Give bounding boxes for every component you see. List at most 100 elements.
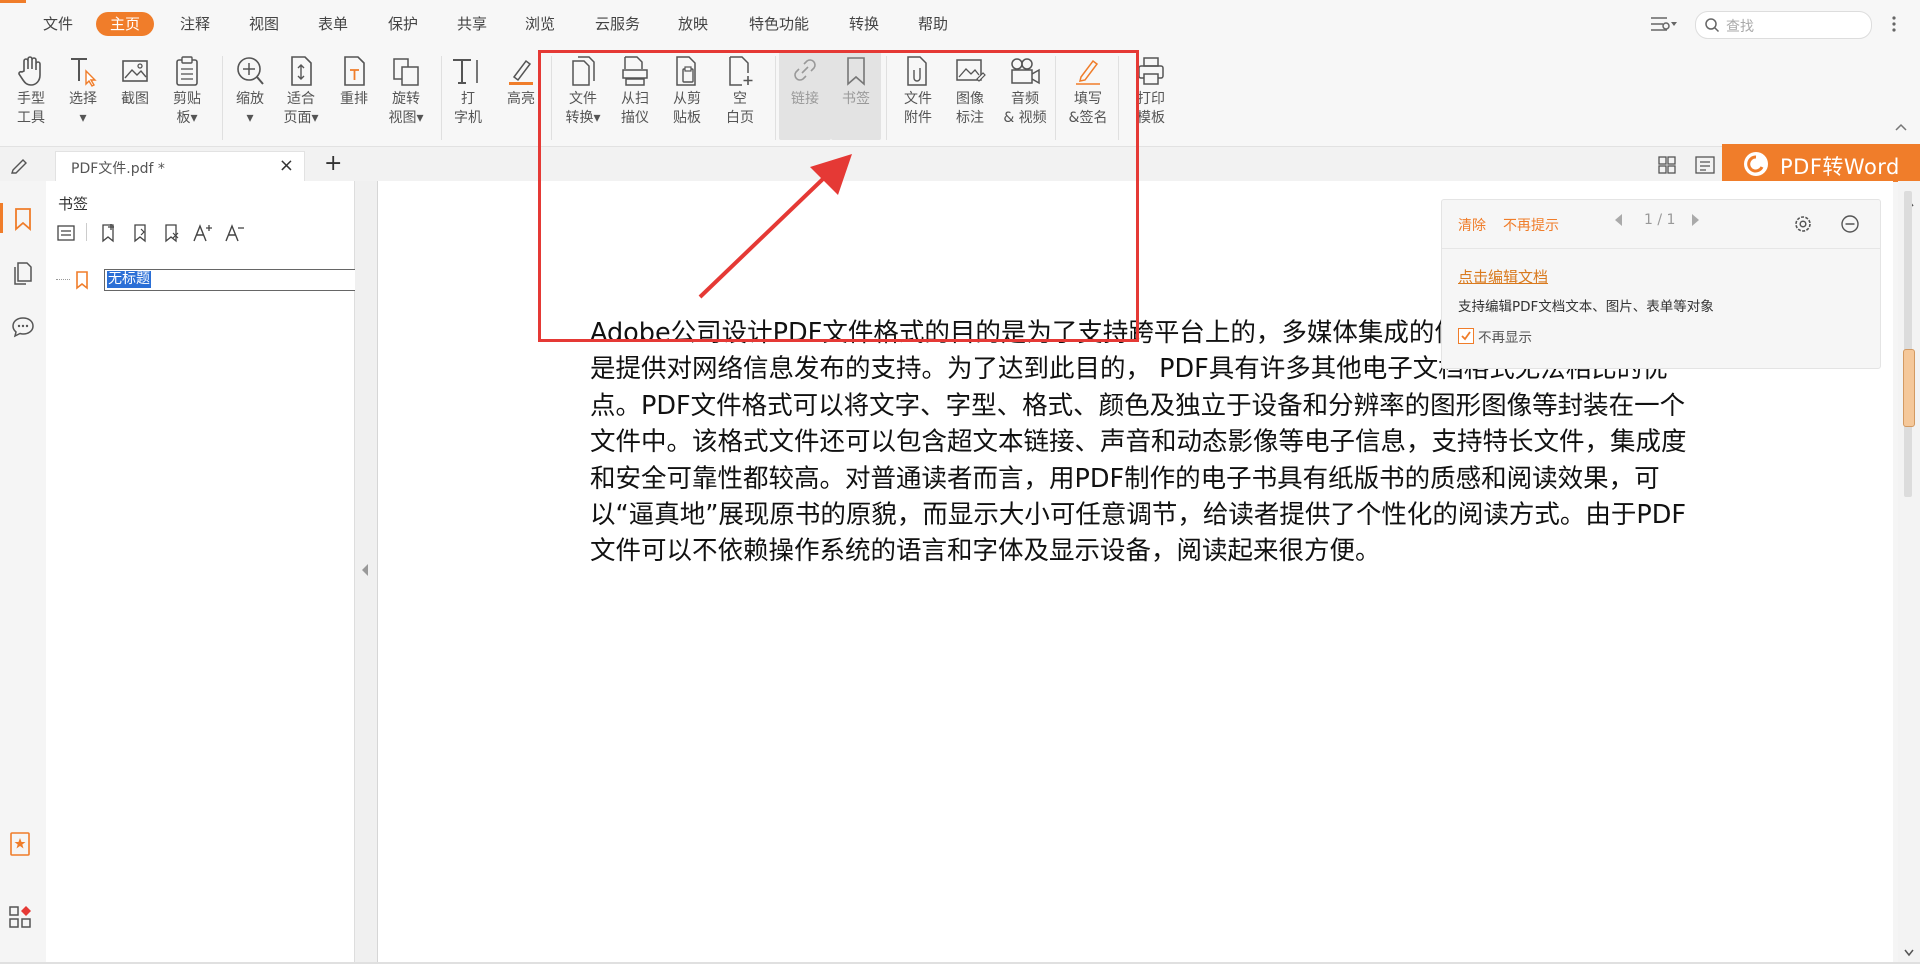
audio-video-icon	[1011, 58, 1040, 85]
tab-bar: PDF文件.pdf * × +	[0, 147, 1920, 182]
file-convert-button[interactable]: 文件 转换▾	[559, 52, 607, 128]
print-template-button[interactable]: 打印 模板	[1127, 52, 1175, 128]
bookmark-options-icon[interactable]	[56, 223, 76, 243]
menu-comment[interactable]: 注释	[180, 12, 210, 36]
edit-document-link[interactable]: 点击编辑文档	[1458, 266, 1548, 287]
highlight-button[interactable]: 高亮	[497, 52, 545, 109]
scanner-label: 从扫 描仪	[621, 91, 649, 126]
checkbox-box[interactable]	[1458, 328, 1474, 344]
hand-tool-button[interactable]: 手型 工具	[7, 52, 55, 128]
menu-protect[interactable]: 保护	[388, 12, 418, 36]
typewriter-button[interactable]: 打 字机	[444, 52, 492, 128]
audio-video-label: 音频 & 视频	[1003, 91, 1047, 126]
add-child-bookmark-icon[interactable]	[130, 223, 150, 243]
pdf-to-word-button[interactable]: PDF转Word	[1722, 144, 1920, 182]
audio-video-button[interactable]: 音频 & 视频	[999, 52, 1051, 128]
clipboard-button[interactable]: 剪贴 板▾	[163, 52, 211, 128]
fill-sign-button[interactable]: 填写 &签名	[1064, 52, 1112, 128]
delete-bookmark-icon[interactable]	[161, 223, 181, 243]
link-label: 链接	[791, 91, 819, 107]
list-view-icon[interactable]	[1649, 15, 1679, 33]
minimize-icon[interactable]	[1840, 214, 1860, 234]
bookmark-panel-title: 书签	[58, 195, 89, 213]
link-icon	[794, 59, 816, 81]
zoom-label: 缩放 ▾	[236, 91, 264, 126]
bookmark-button[interactable]: 书签	[831, 52, 881, 140]
reflow-button[interactable]: 重排	[330, 52, 378, 109]
menu-view[interactable]: 视图	[249, 12, 279, 36]
left-sidebar-rail	[0, 181, 47, 964]
no-more-tips-button[interactable]: 不再提示	[1503, 215, 1559, 235]
new-tab-button[interactable]: +	[324, 151, 342, 176]
fit-page-icon	[291, 56, 312, 86]
from-clipboard-icon	[676, 56, 696, 86]
reflow-label: 重排	[340, 91, 368, 107]
ribbon-divider	[775, 56, 776, 140]
menu-convert[interactable]: 转换	[849, 12, 879, 36]
checkmark-icon	[1461, 331, 1471, 341]
menu-form[interactable]: 表单	[318, 12, 348, 36]
image-annotation-button[interactable]: 图像 标注	[946, 52, 994, 128]
active-indicator	[0, 203, 3, 233]
bookmark-panel: 书签 无标题	[46, 181, 358, 964]
menu-help[interactable]: 帮助	[918, 12, 948, 36]
rotate-view-button[interactable]: 旋转 视图▾	[382, 52, 430, 128]
prev-page-icon[interactable]	[1612, 212, 1624, 228]
pages-panel-icon[interactable]	[12, 261, 34, 285]
zoom-icon	[237, 57, 264, 85]
attachment-label: 文件 附件	[904, 91, 932, 126]
document-tab[interactable]: PDF文件.pdf * ×	[55, 151, 305, 182]
menu-features[interactable]: 特色功能	[749, 12, 809, 36]
add-bookmark-icon[interactable]	[98, 223, 118, 243]
zoom-button[interactable]: 缩放 ▾	[226, 52, 274, 128]
screenshot-button[interactable]: 截图	[111, 52, 159, 109]
menu-share[interactable]: 共享	[457, 12, 487, 36]
link-button[interactable]: 链接	[779, 52, 831, 140]
bookmark-rename-input[interactable]: 无标题	[104, 269, 358, 291]
menu-browse[interactable]: 浏览	[525, 12, 555, 36]
file-convert-icon	[572, 56, 595, 86]
file-convert-label: 文件 转换▾	[565, 91, 601, 126]
fit-page-button[interactable]: 适合 页面▾	[277, 52, 325, 128]
blank-page-label: 空 白页	[726, 91, 754, 126]
comments-panel-icon[interactable]	[11, 316, 35, 338]
ribbon-divider	[1118, 56, 1119, 140]
scroll-down-icon[interactable]	[1903, 949, 1915, 957]
edit-icon[interactable]	[10, 156, 30, 174]
vertical-scrollbar[interactable]	[1898, 181, 1920, 964]
checkbox-label: 不再显示	[1478, 330, 1532, 346]
dont-show-again-checkbox[interactable]: 不再显示	[1458, 326, 1532, 346]
select-tool-button[interactable]: 选择 ▾	[59, 52, 107, 128]
popup-page-indicator: 1 / 1	[1644, 212, 1676, 228]
page-layout-icon[interactable]	[1695, 156, 1715, 174]
next-page-icon[interactable]	[1690, 212, 1702, 228]
scanner-button[interactable]: 从扫 描仪	[611, 52, 659, 128]
from-clipboard-button[interactable]: 从剪 贴板	[663, 52, 711, 128]
attachment-button[interactable]: 文件 附件	[894, 52, 942, 128]
search-box[interactable]: 查找	[1695, 11, 1872, 39]
accent-strip	[0, 0, 26, 3]
blank-page-button[interactable]: 空 白页	[716, 52, 764, 128]
scrollbar-track-thumb[interactable]	[1904, 191, 1912, 497]
collapse-ribbon-icon[interactable]	[1894, 122, 1908, 132]
settings-icon[interactable]	[1793, 214, 1813, 234]
highlight-icon	[509, 59, 533, 85]
close-tab-button[interactable]: ×	[279, 155, 294, 176]
clear-button[interactable]: 清除	[1458, 215, 1486, 235]
toolbar-divider	[86, 223, 87, 241]
more-options-icon[interactable]	[1890, 14, 1898, 34]
apps-icon[interactable]	[8, 905, 32, 929]
menu-slideshow[interactable]: 放映	[678, 12, 708, 36]
menu-home[interactable]: 主页	[96, 12, 155, 36]
collapse-panel-icon[interactable]	[360, 563, 370, 577]
scrollbar-position-marker[interactable]	[1903, 349, 1915, 427]
menu-file[interactable]: 文件	[43, 12, 73, 36]
panel-splitter[interactable]	[355, 181, 378, 964]
ribbon-divider	[222, 56, 223, 140]
menu-cloud[interactable]: 云服务	[595, 12, 640, 36]
decrease-font-icon[interactable]	[224, 223, 246, 243]
increase-font-icon[interactable]	[192, 223, 214, 243]
grid-view-icon[interactable]	[1658, 156, 1676, 174]
bookmark-panel-icon[interactable]	[12, 207, 34, 231]
favorites-icon[interactable]	[8, 831, 32, 857]
